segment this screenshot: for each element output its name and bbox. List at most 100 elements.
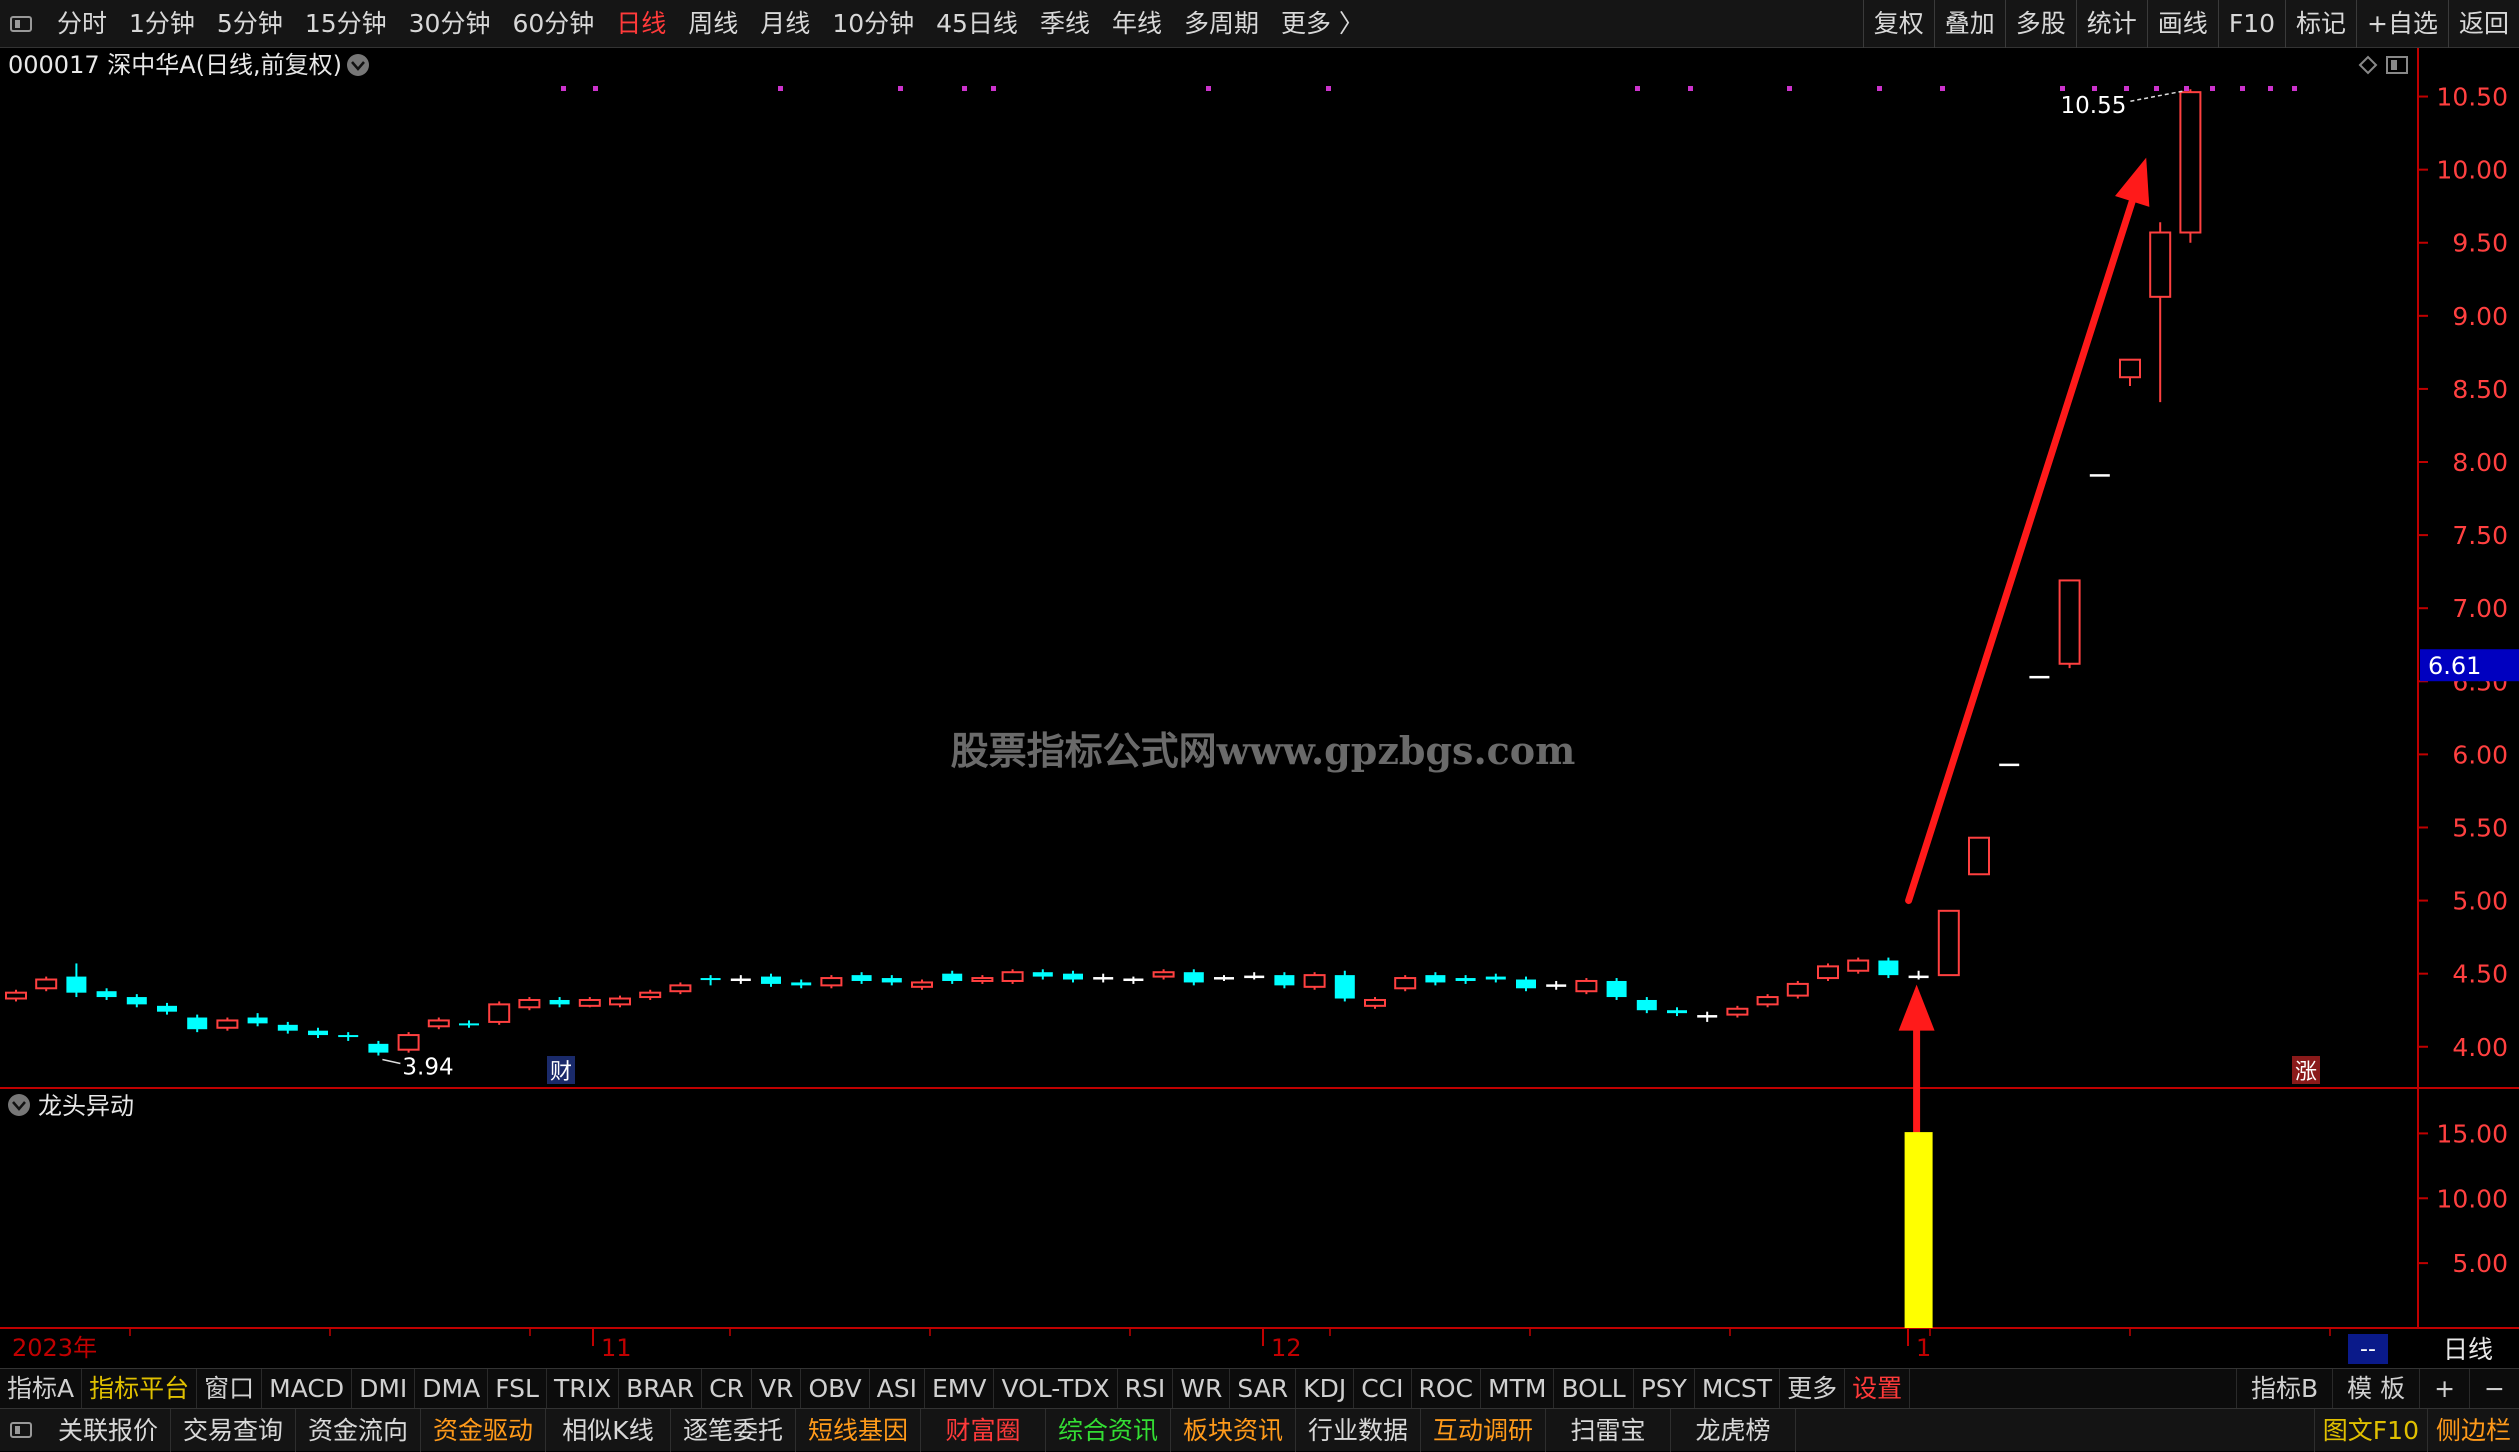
time-tick-label: 1 [1916, 1334, 1931, 1362]
candle-body [1606, 980, 1627, 998]
indicator-tab-22[interactable]: BOLL [1554, 1368, 1634, 1409]
indicator-tab-17[interactable]: SAR [1230, 1368, 1297, 1409]
indicator-tab-19[interactable]: CCI [1354, 1368, 1412, 1409]
window-menu-icon[interactable] [10, 15, 32, 32]
indicator-tab-9[interactable]: CR [702, 1368, 752, 1409]
indicator-chevron-icon[interactable] [8, 1094, 30, 1116]
bottom-button-9[interactable]: 板块资讯 [1171, 1408, 1296, 1452]
high-price-label: 10.55 [2061, 93, 2127, 119]
toolbar-button-8[interactable]: 返回 [2447, 0, 2519, 48]
period-tab-13[interactable]: 多周期 [1173, 0, 1270, 48]
indicator-tab-18[interactable]: KDJ [1296, 1368, 1355, 1409]
bottom-button-8[interactable]: 综合资讯 [1046, 1408, 1171, 1452]
indicator-tab-8[interactable]: BRAR [619, 1368, 703, 1409]
candle-body [187, 1017, 208, 1030]
panel-layout-icon-fill [2391, 60, 2397, 70]
indicator-tab-26[interactable]: 设置 [1845, 1368, 1911, 1409]
toolbar-button-7[interactable]: +自选 [2356, 0, 2448, 48]
bottom-button-12[interactable]: 扫雷宝 [1546, 1408, 1671, 1452]
toolbar-button-2[interactable]: 多股 [2004, 0, 2076, 48]
indicator-tab-23[interactable]: PSY [1634, 1368, 1695, 1409]
candle-body [700, 978, 721, 981]
bottom-button-7[interactable]: 财富圈 [921, 1408, 1046, 1452]
indicator-tab-20[interactable]: ROC [1412, 1368, 1482, 1409]
period-tab-12[interactable]: 年线 [1101, 0, 1173, 48]
period-tab-8[interactable]: 月线 [749, 0, 821, 48]
indicator-tab-4[interactable]: DMI [352, 1368, 416, 1409]
indicator-tab-0[interactable]: 指标A [0, 1368, 83, 1409]
indicator-tab-5[interactable]: DMA [415, 1368, 489, 1409]
period-tab-14[interactable]: 更多 〉 [1270, 0, 1375, 48]
bottom-button-0[interactable]: 关联报价 [46, 1408, 171, 1452]
candle-body [791, 982, 812, 986]
bottom-button-4[interactable]: 相似K线 [546, 1408, 671, 1452]
indicator-right-button-1[interactable]: 模 板 [2332, 1369, 2419, 1409]
bottom-button-13[interactable]: 龙虎榜 [1671, 1408, 1796, 1452]
indicator-tab-14[interactable]: VOL-TDX [994, 1368, 1118, 1409]
candle-body [911, 981, 933, 988]
indicator-tab-1[interactable]: 指标平台 [82, 1368, 198, 1409]
period-tab-10[interactable]: 45日线 [925, 0, 1029, 48]
period-tag: 日线 [2443, 1335, 2493, 1364]
indicator-right-button-0[interactable]: 指标B [2235, 1369, 2332, 1409]
toolbar-button-6[interactable]: 标记 [2285, 0, 2356, 48]
bottom-button-3[interactable]: 资金驱动 [421, 1408, 546, 1452]
bottom-button-6[interactable]: 短线基因 [796, 1408, 921, 1452]
period-tab-4[interactable]: 30分钟 [398, 0, 502, 48]
indicator-tab-25[interactable]: 更多 [1780, 1368, 1846, 1409]
indicator-tab-2[interactable]: 窗口 [197, 1368, 263, 1409]
period-tab-5[interactable]: 60分钟 [501, 0, 605, 48]
period-tab-9[interactable]: 10分钟 [821, 0, 925, 48]
bottom-right-button-1[interactable]: 侧边栏 [2426, 1409, 2519, 1452]
period-tab-3[interactable]: 15分钟 [294, 0, 398, 48]
high-price-pointer [2130, 90, 2183, 102]
candle-body [1999, 763, 2020, 767]
candle-body [216, 1019, 239, 1029]
indicator-tab-6[interactable]: FSL [488, 1368, 547, 1409]
panel-toggle-icon[interactable] [10, 1422, 32, 1438]
indicator-tab-24[interactable]: MCST [1695, 1368, 1781, 1409]
indicator-tab-13[interactable]: EMV [925, 1368, 995, 1409]
candle-body [2119, 358, 2141, 379]
indicator-tab-10[interactable]: VR [752, 1368, 802, 1409]
price-tick-label: 4.50 [2452, 960, 2508, 989]
toolbar-button-1[interactable]: 叠加 [1933, 0, 2005, 48]
toolbar-button-3[interactable]: 统计 [2075, 0, 2147, 48]
period-tab-1[interactable]: 1分钟 [118, 0, 206, 48]
period-tab-2[interactable]: 5分钟 [206, 0, 294, 48]
current-price-value: 6.61 [2428, 652, 2481, 680]
bottom-right-button-0[interactable]: 图文F10 [2313, 1409, 2427, 1452]
period-tab-7[interactable]: 周线 [677, 0, 749, 48]
kline-chart[interactable]: 000017 深中华A(日线,前复权) 10.50 10.00 9.50 9.00 8.5… [0, 48, 2519, 1368]
indicator-tab-11[interactable]: OBV [801, 1368, 870, 1409]
diamond-icon[interactable] [2358, 55, 2378, 75]
period-tab-11[interactable]: 季线 [1029, 0, 1101, 48]
indicator-tab-3[interactable]: MACD [262, 1368, 353, 1409]
bottom-button-10[interactable]: 行业数据 [1296, 1408, 1421, 1452]
indicator-tab-12[interactable]: ASI [870, 1368, 925, 1409]
bottom-button-2[interactable]: 资金流向 [296, 1408, 421, 1452]
bottom-button-1[interactable]: 交易查询 [171, 1408, 296, 1452]
bottom-button-11[interactable]: 互动调研 [1421, 1408, 1546, 1452]
candle-body [1123, 978, 1144, 982]
period-tab-6[interactable]: 日线 [605, 0, 677, 48]
candle-body [1364, 998, 1386, 1007]
bottom-button-5[interactable]: 逐笔委托 [671, 1408, 796, 1452]
indicator-right-button-2[interactable]: + [2419, 1369, 2469, 1409]
indicator-tab-21[interactable]: MTM [1481, 1368, 1555, 1409]
candle-body [459, 1023, 479, 1026]
indicator-tab-15[interactable]: RSI [1118, 1368, 1174, 1409]
watermark: 股票指标公式网www.gpzbgs.com [951, 728, 1576, 773]
toolbar-button-4[interactable]: 画线 [2146, 0, 2218, 48]
period-tab-0[interactable]: 分时 [46, 0, 118, 48]
chevron-down-icon[interactable] [347, 54, 369, 76]
candle-body [368, 1043, 389, 1053]
toolbar-button-0[interactable]: 复权 [1862, 0, 1934, 48]
candle-body [1214, 977, 1234, 980]
candle-body [578, 998, 601, 1007]
signal-dot [2292, 86, 2297, 91]
indicator-right-button-3[interactable]: − [2469, 1369, 2519, 1409]
indicator-tab-16[interactable]: WR [1173, 1368, 1231, 1409]
toolbar-button-5[interactable]: F10 [2217, 0, 2285, 48]
indicator-tab-7[interactable]: TRIX [547, 1368, 620, 1409]
